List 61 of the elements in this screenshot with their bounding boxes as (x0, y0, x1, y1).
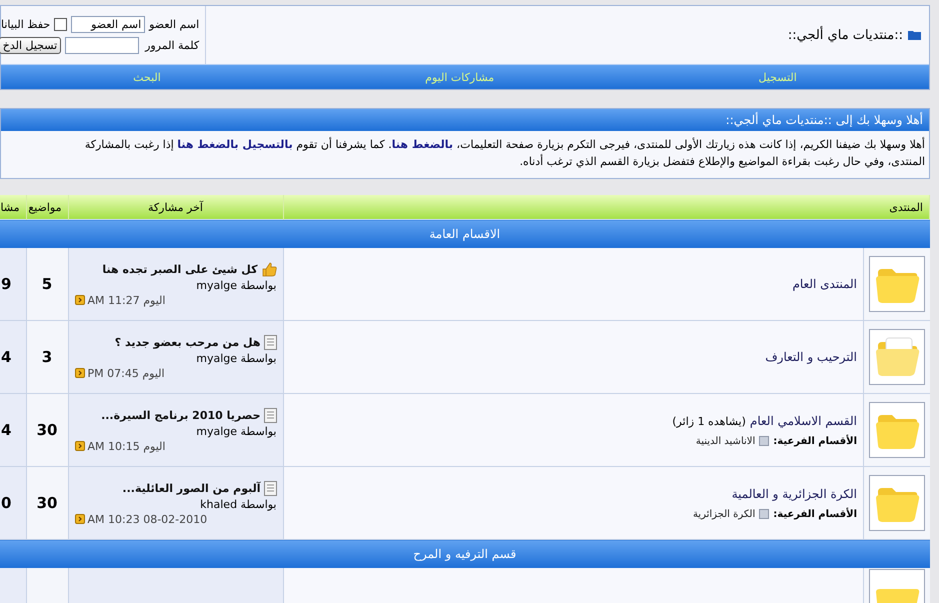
folder-icon (868, 475, 925, 531)
login-button[interactable]: تسجيل الدخ (0, 37, 62, 54)
subforum-icon (759, 509, 770, 519)
posts-count: 9 (0, 248, 26, 320)
password-field[interactable] (65, 37, 140, 54)
column-header: آخر مشاركة (68, 195, 283, 220)
go-to-post-icon[interactable] (74, 295, 84, 305)
last-post-title-link[interactable]: هل من مرحب بعضو جديد ؟ (114, 336, 260, 348)
category-bar[interactable]: الاقسام العامة (0, 220, 930, 248)
subforums-label: الأقسام الفرعية: (773, 508, 857, 520)
column-header: مشا (0, 195, 26, 220)
document-icon (264, 408, 276, 422)
site-title: ::منتديات ماي ألجي:: (788, 28, 903, 42)
go-to-post-icon[interactable] (74, 368, 84, 378)
topics-count: 5 (26, 248, 68, 320)
last-post-time: اليوم AM 10:15 (88, 440, 166, 452)
last-post-title-link[interactable]: آلبوم من الصور العائلية... (122, 482, 260, 494)
last-post-time: اليوم AM 11:27 (88, 294, 166, 306)
welcome-text: المنتدى، وفي حال رغبت بقراءة المواضيع والإطلاع فتفضل بزيارة القسم الذي ترغب أدناه. (518, 153, 925, 170)
remember-label: حفظ البيانا (1, 18, 50, 31)
last-post-title-link[interactable]: كل شيئ على الصبر تجده هنا (102, 262, 258, 276)
subforum-link[interactable]: الكرة الجزائرية (692, 508, 756, 520)
document-icon (264, 334, 276, 350)
forum-name-link[interactable]: القسم الاسلامي العام (750, 414, 857, 428)
topics-count: 3 (26, 320, 68, 394)
topics-count: 30 (26, 466, 68, 540)
posts-count: 0 (0, 466, 26, 540)
column-header: المنتدى (283, 195, 930, 220)
username-label: اسم العضو (149, 18, 200, 31)
column-header: مواضيع (26, 195, 68, 220)
folder-icon (868, 329, 925, 385)
last-post-author: بواسطة myalge (195, 352, 276, 364)
last-post-time: اليوم PM 07:45 (88, 366, 165, 380)
subforum-icon (759, 436, 770, 446)
last-post-time: 08-02-2010 AM 10:23 (88, 512, 208, 526)
folder-icon (868, 402, 925, 458)
posts-count: 4 (0, 320, 26, 394)
subforum-link[interactable]: الاناشيد الدينية (696, 436, 756, 446)
last-post-author: بواسطة myalge (195, 424, 276, 438)
forum-name-link[interactable]: المنتدى العام (792, 277, 857, 291)
welcome-title: أهلا وسهلا بك إلى ::منتديات ماي ألجي:: (1, 109, 929, 131)
forum-name-link[interactable]: الترحيب و التعارف (765, 350, 857, 364)
username-field[interactable]: اسم العضو (71, 16, 146, 33)
remember-checkbox[interactable] (54, 18, 68, 31)
welcome-text: أهلا وسهلا بك ضيفنا الكريم، إذا كانت هذه زيارتك الأولى للمنتدى، فيرجى التكرم بزيارة صفحة التعليمات، بالضغط هنا. كما يشرفنا أن تقوم بالتسجيل بالضغط هنا إذا رغبت بالمشاركة (84, 136, 925, 153)
thumbs-up-icon (260, 262, 276, 276)
last-post-author: بواسطة myalge (195, 278, 276, 292)
forum-name-link[interactable]: الكرة الجزائرية و العالمية (732, 486, 857, 500)
category-bar[interactable]: قسم الترفيه و المرح (0, 540, 930, 568)
folder-icon (908, 30, 921, 40)
folder-icon (868, 256, 925, 312)
go-to-post-icon[interactable] (74, 514, 84, 524)
topics-count: 30 (26, 394, 68, 466)
last-post-title-link[interactable]: حصريا 2010 برنامج السيرة... (101, 408, 260, 422)
go-to-post-icon[interactable] (74, 441, 84, 451)
posts-count: 4 (0, 394, 26, 466)
password-label: كلمة المرور (144, 39, 200, 52)
document-icon (264, 480, 276, 496)
subforums-label: الأقسام الفرعية: (773, 436, 857, 446)
last-post-author: بواسطة khaled (199, 498, 276, 510)
viewers-count: (يشاهده 1 زائر) (672, 414, 746, 428)
